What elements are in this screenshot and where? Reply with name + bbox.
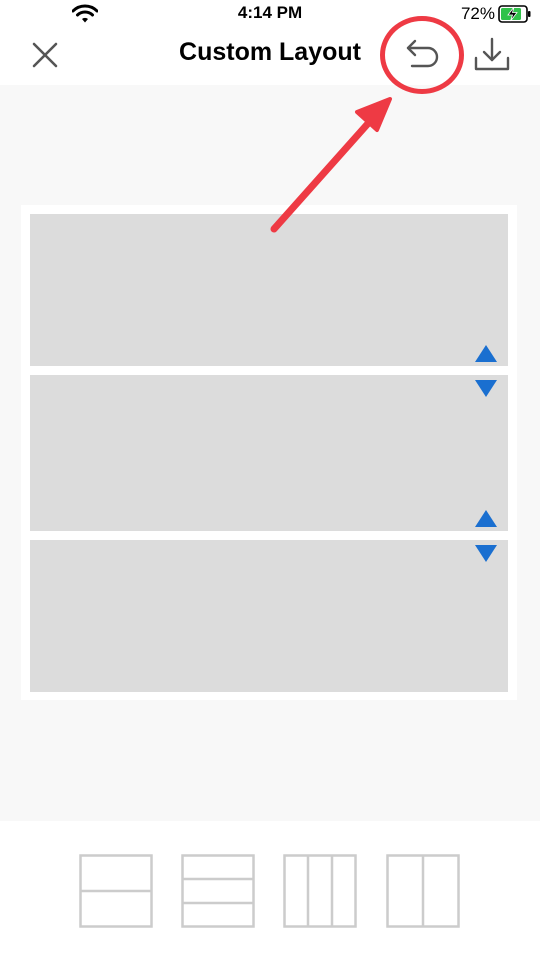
layout-panel-1[interactable] [30,214,508,366]
three-row-layout-icon [181,854,255,928]
layout-canvas [0,85,540,821]
layout-frame [21,205,517,700]
layout-panel-2[interactable] [30,375,508,531]
triangle-up-icon [475,510,497,527]
download-button[interactable] [472,36,512,76]
triangle-down-icon [475,545,497,562]
battery-percent: 72% [460,4,495,23]
two-column-layout-icon [386,854,460,928]
page-title: Custom Layout [179,38,361,66]
undo-icon [406,39,439,68]
triangle-down-icon [475,380,497,397]
nav-bar: Custom Layout [0,28,540,85]
layout-panel-3[interactable] [30,540,508,692]
close-icon [32,42,58,68]
three-row-layout-option[interactable] [181,854,255,928]
move-up-button[interactable] [474,509,498,529]
move-down-button[interactable] [474,378,498,398]
move-up-button[interactable] [474,344,498,364]
three-column-layout-option[interactable] [283,854,357,928]
status-time: 4:14 PM [237,3,303,22]
triangle-up-icon [475,345,497,362]
two-row-layout-icon [79,854,153,928]
battery-charging-icon [498,5,531,23]
two-row-layout-option[interactable] [79,854,153,928]
two-column-layout-option[interactable] [386,854,460,928]
status-bar: 4:14 PM 72% [0,0,540,28]
close-button[interactable] [28,38,62,72]
layout-picker [0,821,540,960]
download-icon [474,37,510,71]
undo-button[interactable] [400,34,444,74]
three-column-layout-icon [283,854,357,928]
move-down-button[interactable] [474,543,498,563]
